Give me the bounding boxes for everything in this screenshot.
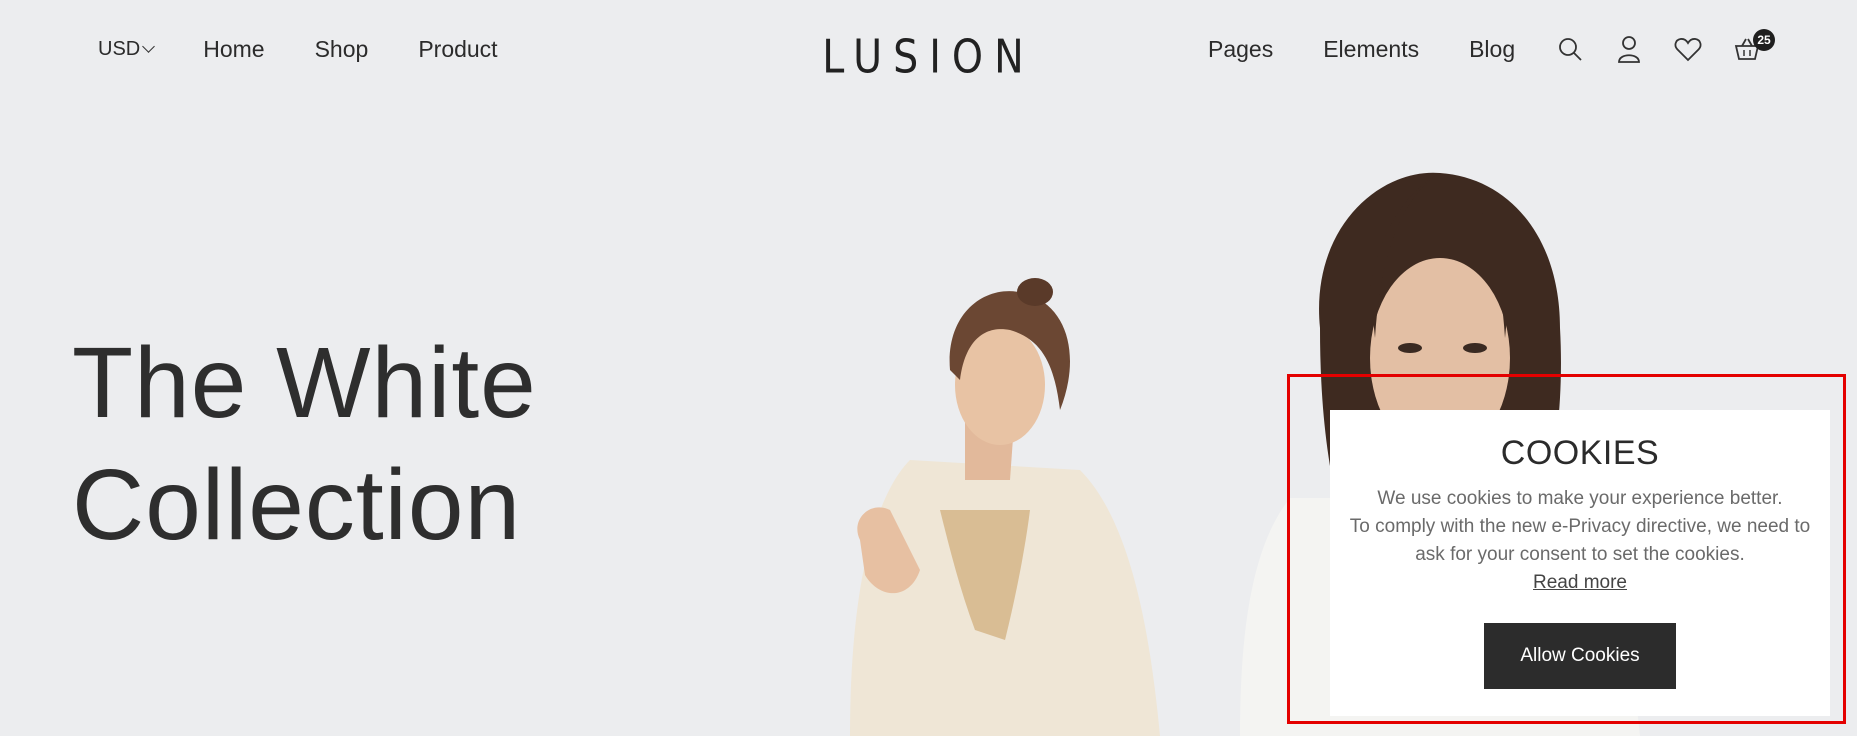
hero-title-line2: Collection: [72, 449, 522, 561]
hero-model-left-image: [850, 278, 1160, 736]
cookie-text-line3: ask for your consent to set the cookies.: [1415, 544, 1745, 565]
search-icon[interactable]: [1555, 34, 1585, 64]
hero-title: The White Collection: [72, 322, 537, 566]
nav-right: Pages Elements Blog: [1208, 36, 1515, 63]
cookie-text-line1: We use cookies to make your experience b…: [1377, 488, 1783, 509]
nav-link-pages[interactable]: Pages: [1208, 36, 1273, 63]
hero-title-line1: The White: [72, 327, 537, 439]
nav-link-elements[interactable]: Elements: [1323, 36, 1419, 63]
nav-link-blog[interactable]: Blog: [1469, 36, 1515, 63]
header-icons: 25: [1555, 29, 1775, 64]
cookie-title: COOKIES: [1500, 434, 1660, 472]
cookie-consent-panel: COOKIES We use cookies to make your expe…: [1330, 410, 1830, 716]
site-header: USD Home Shop Product LUSION Pages Eleme…: [0, 0, 1857, 104]
user-icon[interactable]: [1614, 34, 1644, 64]
cart-count-badge: 25: [1753, 29, 1775, 51]
allow-cookies-button[interactable]: Allow Cookies: [1484, 623, 1676, 689]
cart-icon[interactable]: 25: [1732, 29, 1775, 64]
cookie-read-more-link[interactable]: Read more: [1533, 569, 1627, 597]
heart-icon[interactable]: [1673, 34, 1703, 64]
cookie-text-line2: To comply with the new e-Privacy directi…: [1349, 516, 1811, 537]
